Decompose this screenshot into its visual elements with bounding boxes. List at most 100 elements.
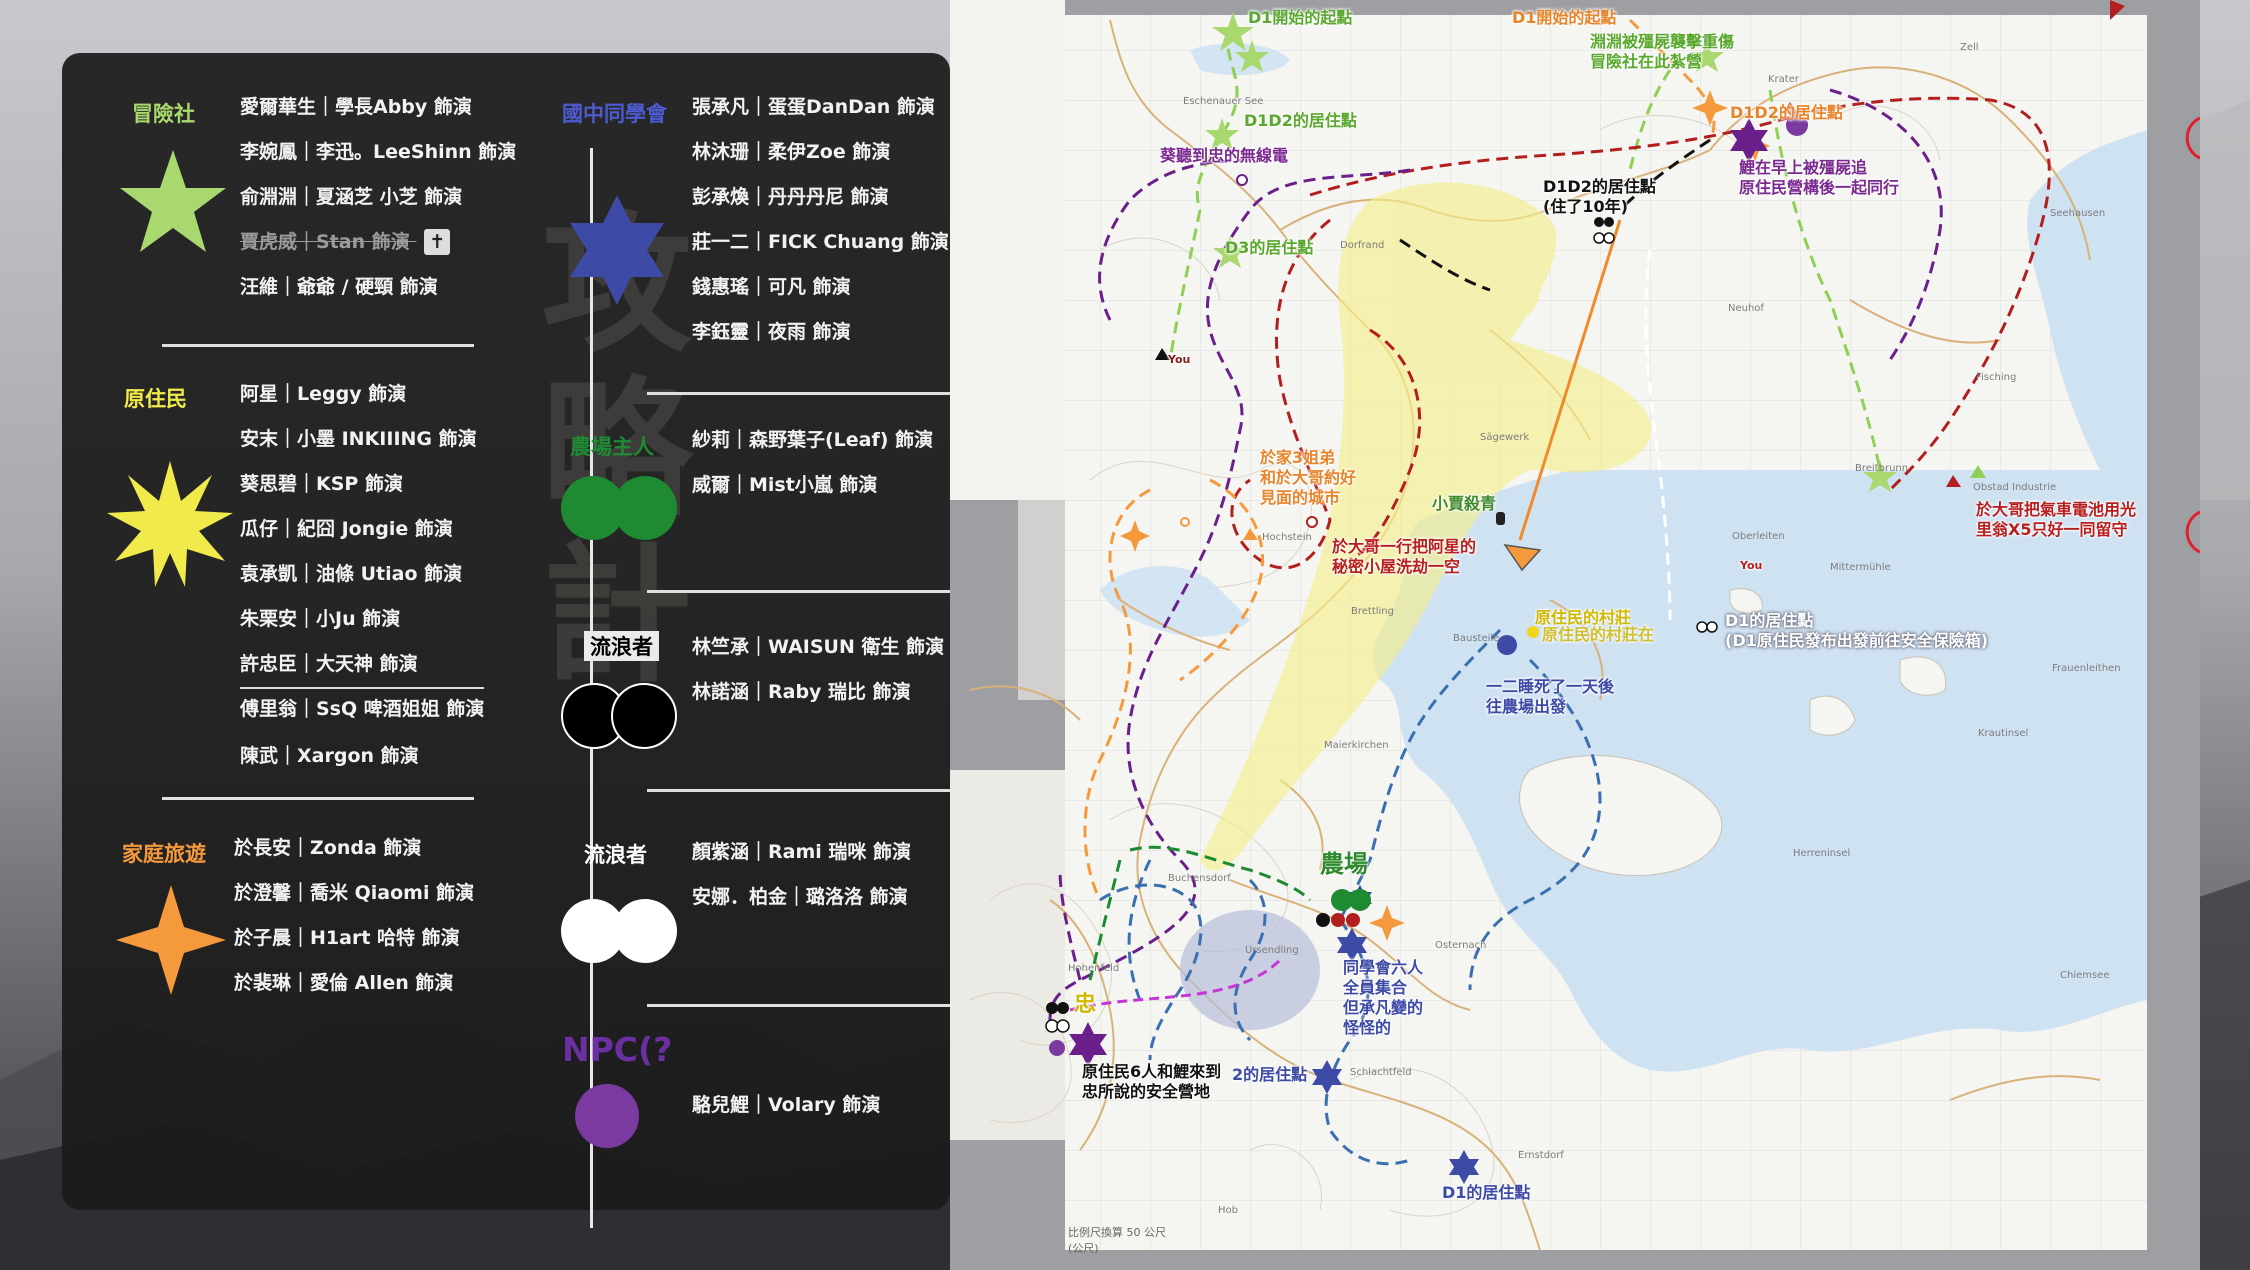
group-title-wanderer-white: 流浪者	[584, 843, 647, 867]
member-list-farm: 紗莉｜森野葉子(Leaf) 飾演 威爾｜Mist小嵐 飾演	[692, 418, 933, 508]
member-row: 李婉鳳｜李迅。LeeShinn 飾演	[240, 141, 517, 163]
label-cabin-robbed: 於大哥一行把阿星的 秘密小屋洗劫一空	[1332, 537, 1477, 576]
divider	[647, 1004, 959, 1007]
member-name: 賈虎威｜Stan 飾演	[240, 231, 410, 253]
member-row: 愛爾華生｜學長Abby 飾演	[240, 96, 472, 118]
member-row-deceased: 賈虎威｜Stan 飾演 ✝	[240, 220, 516, 265]
member-row: 傅里翁｜SsQ 啤酒姐姐 飾演	[240, 687, 485, 734]
label-you: You	[1168, 353, 1191, 366]
group-title-native: 原住民	[124, 387, 187, 411]
place-name: Frauenleithen	[2052, 663, 2121, 674]
label-you: You	[1740, 559, 1763, 572]
cross-icon: ✝	[424, 229, 451, 255]
dot-black-icon	[1594, 217, 1604, 227]
member-row: 陳武｜Xargon 飾演	[240, 745, 419, 767]
member-row: 威爾｜Mist小嵐 飾演	[692, 474, 878, 496]
label-battery: 於大哥把氣車電池用光 里翁X5只好一同留守	[1976, 500, 2137, 539]
label-native6: 原住民6人和鯉來到 忠所說的安全營地	[1082, 1062, 1222, 1101]
member-row: 阿星｜Leggy 飾演	[240, 383, 407, 405]
place-name: Sägewerk	[1480, 432, 1530, 443]
burst-star-icon	[107, 461, 233, 587]
label-d1-start-family: D1開始的起點	[1512, 8, 1617, 27]
group-title-farm: 農場主人	[570, 435, 654, 459]
dot-white-icon	[1056, 1019, 1070, 1033]
dot-black-icon	[1604, 217, 1614, 227]
place-name: Schlachtfeld	[1350, 1067, 1412, 1078]
member-list-wanderer-white: 顏紫涵｜Rami 瑞咪 飾演 安娜．柏金｜璐洛洛 飾演	[692, 830, 911, 920]
star-five-icon	[120, 150, 226, 252]
divider	[162, 344, 474, 347]
member-row: 許忠臣｜大天神 飾演	[240, 653, 418, 675]
label-city-meet: 於家3姐弟 和於大哥約好 見面的城市	[1260, 448, 1357, 507]
double-circle-green-icon	[561, 476, 677, 540]
classmates-zone	[1180, 910, 1320, 1030]
member-row: 顏紫涵｜Rami 瑞咪 飾演	[692, 841, 911, 863]
place-name: Neuhof	[1728, 303, 1764, 314]
place-name: Eschenauer See	[1183, 96, 1264, 107]
member-row: 錢惠瑤｜可凡 飾演	[692, 276, 851, 298]
dot-red-icon	[1346, 913, 1360, 927]
divider	[647, 392, 959, 395]
dot-black-icon	[1316, 913, 1330, 927]
label-farm: 農場	[1320, 850, 1368, 878]
member-row: 俞淵淵｜夏涵芝 小芝 飾演	[240, 186, 463, 208]
dot-white-icon	[1706, 621, 1718, 633]
member-list-npc: 駱兒鯉｜Volary 飾演	[692, 1083, 880, 1128]
place-name: Hochstein	[1262, 532, 1312, 543]
member-row: 彭承煥｜丹丹丹尼 飾演	[692, 186, 889, 208]
member-row: 莊一二｜FICK Chuang 飾演	[692, 231, 949, 253]
dot-blue-icon	[1497, 635, 1517, 655]
circle-outline-icon	[1236, 174, 1248, 186]
dot-purple-icon	[575, 1084, 639, 1148]
label-xiaojia-killed: 小賈殺青	[1432, 494, 1497, 513]
place-name: Bausteile	[1453, 633, 1500, 644]
member-row: 瓜仔｜紀囧 Jongie 飾演	[240, 518, 453, 540]
label-d1d2-native-home: D1D2的居住點	[1244, 111, 1357, 130]
legend-panel: 攻略計 冒險社 愛爾華生｜學長Abby 飾演 李婉鳳｜李迅。LeeShinn 飾…	[62, 53, 959, 1228]
tombstone-icon	[1496, 512, 1505, 525]
member-list-native: 阿星｜Leggy 飾演 安末｜小墨 INKIIING 飾演 葵思碧｜KSP 飾演…	[240, 372, 485, 779]
label-one-two-died: 一二睡死了一天後 往農場出發	[1486, 677, 1615, 716]
member-row: 於子晨｜H1art 哈特 飾演	[234, 927, 460, 949]
group-title-classmates: 國中同學會	[562, 102, 667, 126]
place-name: Oberleiten	[1732, 531, 1785, 542]
place-name: Ursendling	[1245, 945, 1299, 956]
place-name: Chiemsee	[2060, 970, 2110, 981]
group-title-wanderer-black: 流浪者	[584, 631, 659, 661]
member-row: 紗莉｜森野葉子(Leaf) 飾演	[692, 429, 934, 451]
member-list-classmates: 張承凡｜蛋蛋DanDan 飾演 林沐珊｜柔伊Zoe 飾演 彭承煥｜丹丹丹尼 飾演…	[692, 85, 949, 355]
place-name: Fisching	[1976, 372, 2017, 383]
label-d1-classmates-home: D1的居住點	[1442, 1183, 1531, 1202]
label-abyss-attack: 淵淵被殭屍襲擊重傷 冒險社在此紮營	[1590, 32, 1735, 71]
route-map: Eschenauer See Krater Zell Seehausen Neu…	[950, 0, 2200, 1270]
circle-outline-icon	[1180, 517, 1190, 527]
label-d1d2-family-home: D1D2的居住點	[1730, 103, 1843, 122]
double-circle-white-icon	[561, 899, 677, 963]
label-d1-native-home: D1的居住點 (D1原住民發布出發前往安全保險箱)	[1725, 611, 1989, 650]
place-name: Ernstdorf	[1518, 1150, 1564, 1161]
member-row: 李鈺靈｜夜雨 飾演	[692, 321, 851, 343]
dot-black-icon	[1046, 1002, 1058, 1014]
label-zhong: 忠	[1074, 992, 1097, 1017]
dot-black-icon	[1057, 1002, 1069, 1014]
member-row: 於裴琳｜愛倫 Allen 飾演	[234, 972, 454, 994]
place-name: Mittermühle	[1830, 562, 1891, 573]
label-d2-home: 2的居住點	[1232, 1065, 1308, 1084]
place-name: Brettling	[1351, 606, 1394, 617]
double-circle-black-icon	[561, 683, 677, 749]
label-d1-start-adventure: D1開始的起點	[1248, 8, 1353, 27]
dot-white-icon	[1045, 1019, 1059, 1033]
place-name: Dorfrand	[1340, 240, 1385, 251]
star-six-icon	[570, 195, 664, 305]
label-native-village-ghost: 原住民的村莊在	[1542, 625, 1655, 644]
group-title-adventure: 冒險社	[132, 102, 195, 126]
member-list-family: 於長安｜Zonda 飾演 於澄馨｜喬米 Qiaomi 飾演 於子晨｜H1art …	[234, 826, 474, 1006]
label-radio: 葵聽到忠的無線電	[1160, 146, 1289, 165]
label-carp-chased: 鯉在早上被殭屍追 原住民營構後一起同行	[1739, 158, 1900, 197]
member-row: 張承凡｜蛋蛋DanDan 飾演	[692, 96, 935, 118]
star-four-icon	[116, 885, 226, 995]
member-row: 朱栗安｜小Ju 飾演	[240, 608, 401, 630]
dot-green-icon	[1349, 889, 1371, 911]
member-row: 葵思碧｜KSP 飾演	[240, 473, 403, 495]
dot-red-icon	[1331, 913, 1345, 927]
